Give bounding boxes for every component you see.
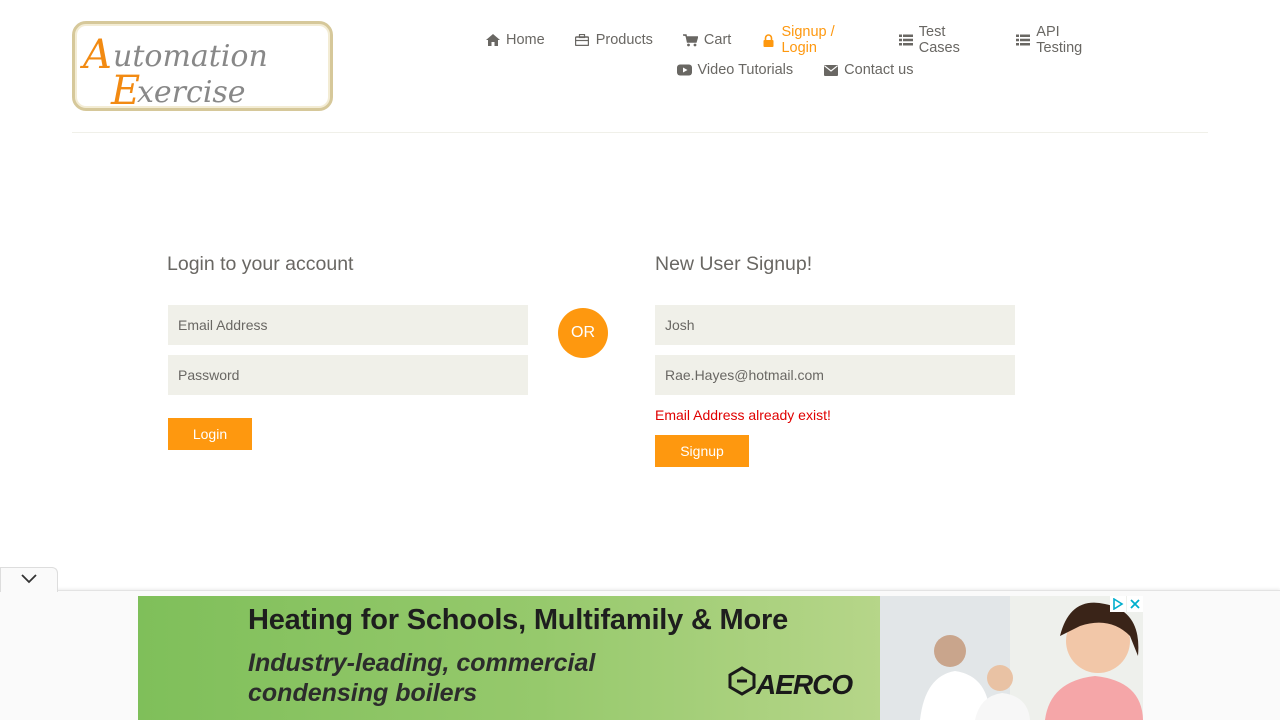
svg-text:A: A: [79, 32, 112, 78]
nav-cart[interactable]: Cart: [668, 28, 746, 52]
list-icon: [898, 34, 913, 47]
nav-cart-label: Cart: [703, 32, 732, 48]
ad-subline-2: condensing boilers: [248, 679, 478, 707]
ad-banner[interactable]: Heating for Schools, Multifamily & More …: [138, 596, 1143, 720]
signup-error-message: Email Address already exist!: [655, 407, 831, 423]
nav-video-tutorials[interactable]: Video Tutorials: [662, 58, 809, 82]
nav-contact-us[interactable]: Contact us: [808, 58, 928, 82]
ad-close-icon[interactable]: [1127, 596, 1143, 612]
ad-headline: Heating for Schools, Multifamily & More: [248, 604, 789, 636]
ad-brand-logo: AERCO: [728, 666, 853, 703]
login-password-input[interactable]: [168, 355, 528, 395]
login-button[interactable]: Login: [168, 418, 252, 450]
svg-text:E: E: [110, 68, 140, 114]
signup-email-input[interactable]: [655, 355, 1015, 395]
cart-icon: [682, 33, 698, 47]
nav-signup-login-label: Signup / Login: [781, 24, 835, 56]
youtube-play-icon: [676, 64, 692, 77]
signup-title: New User Signup!: [655, 253, 813, 275]
ad-subline-1: Industry-leading, commercial: [248, 649, 596, 677]
nav-products[interactable]: Products: [560, 28, 668, 52]
home-icon: [485, 34, 500, 47]
or-divider: OR: [558, 308, 608, 358]
login-title: Login to your account: [167, 253, 354, 275]
header-divider: [72, 132, 1208, 133]
logo-wordmark: A utomation E xercise: [79, 32, 268, 114]
site-logo[interactable]: A utomation E xercise: [72, 21, 333, 114]
signup-name-input[interactable]: [655, 305, 1015, 345]
list-icon: [1016, 34, 1031, 47]
chevron-down-icon: [21, 571, 37, 589]
nav-contact-us-label: Contact us: [844, 62, 914, 78]
envelope-icon: [823, 64, 838, 77]
nav-home-label: Home: [506, 32, 545, 48]
nav-test-cases[interactable]: Test Cases: [884, 24, 1002, 56]
ad-photo-family: [880, 596, 1143, 720]
nav-products-label: Products: [595, 32, 653, 48]
ad-subline: Industry-leading, commercial condensing …: [248, 648, 595, 708]
nav-signup-login[interactable]: Signup / Login: [746, 24, 883, 56]
ad-brand-text: AERCO: [756, 668, 853, 700]
svg-text:xercise: xercise: [137, 75, 246, 110]
aerco-logo-icon: [728, 666, 756, 703]
nav-home[interactable]: Home: [470, 28, 560, 52]
main-nav: Home Products Cart Signup / Login Test C…: [470, 24, 1120, 88]
adchoices-icon[interactable]: [1110, 596, 1126, 612]
signup-button[interactable]: Signup: [655, 435, 749, 467]
nav-api-testing-label: API Testing: [1036, 24, 1083, 56]
nav-video-tutorials-label: Video Tutorials: [697, 62, 794, 78]
lock-icon: [761, 33, 775, 47]
login-email-input[interactable]: [168, 305, 528, 345]
ad-collapse-button[interactable]: [0, 567, 58, 592]
nav-test-cases-label: Test Cases: [918, 24, 960, 56]
nav-api-testing[interactable]: API Testing: [1001, 24, 1120, 56]
briefcase-icon: [575, 34, 590, 47]
